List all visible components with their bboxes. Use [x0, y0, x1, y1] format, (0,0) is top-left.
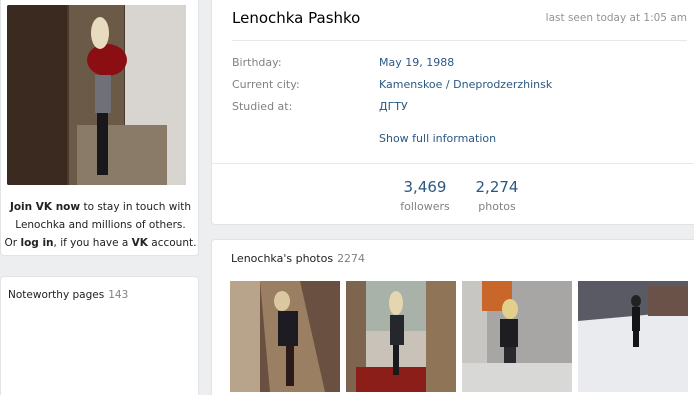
photo-thumbnail[interactable]: [230, 281, 340, 392]
divider: [232, 40, 687, 41]
profile-info-card: Lenochka Pashko last seen today at 1:05 …: [211, 0, 694, 225]
show-full-info-link[interactable]: Show full information: [379, 132, 496, 145]
divider: [212, 163, 694, 164]
profile-name: Lenochka Pashko: [232, 9, 361, 27]
profile-avatar[interactable]: [7, 5, 186, 185]
photos-counter[interactable]: 2,274 photos: [462, 178, 532, 213]
join-card: Join VK now to stay in touch with Lenoch…: [0, 0, 199, 256]
join-prompt: Join VK now to stay in touch with Lenoch…: [4, 201, 197, 249]
photo-thumbnail[interactable]: [462, 281, 572, 392]
university-link[interactable]: ДГТУ: [379, 100, 408, 113]
join-now-link[interactable]: Join VK now: [10, 201, 80, 213]
last-seen-status: last seen today at 1:05 am: [545, 12, 687, 24]
photos-header[interactable]: Lenochka's photos 2274: [231, 252, 365, 265]
photo-thumbnail[interactable]: [578, 281, 688, 392]
noteworthy-pages-card: Noteworthy pages 143: [0, 276, 199, 395]
birthday-link[interactable]: May 19, 1988: [379, 56, 454, 69]
followers-counter[interactable]: 3,469 followers: [390, 178, 460, 213]
noteworthy-pages-header[interactable]: Noteworthy pages 143: [8, 289, 128, 301]
photos-card: Lenochka's photos 2274: [211, 239, 694, 395]
log-in-link[interactable]: log in: [20, 237, 53, 249]
city-link[interactable]: Kamenskoe / Dneprodzerzhinsk: [379, 78, 552, 91]
photo-thumbnail[interactable]: [346, 281, 456, 392]
